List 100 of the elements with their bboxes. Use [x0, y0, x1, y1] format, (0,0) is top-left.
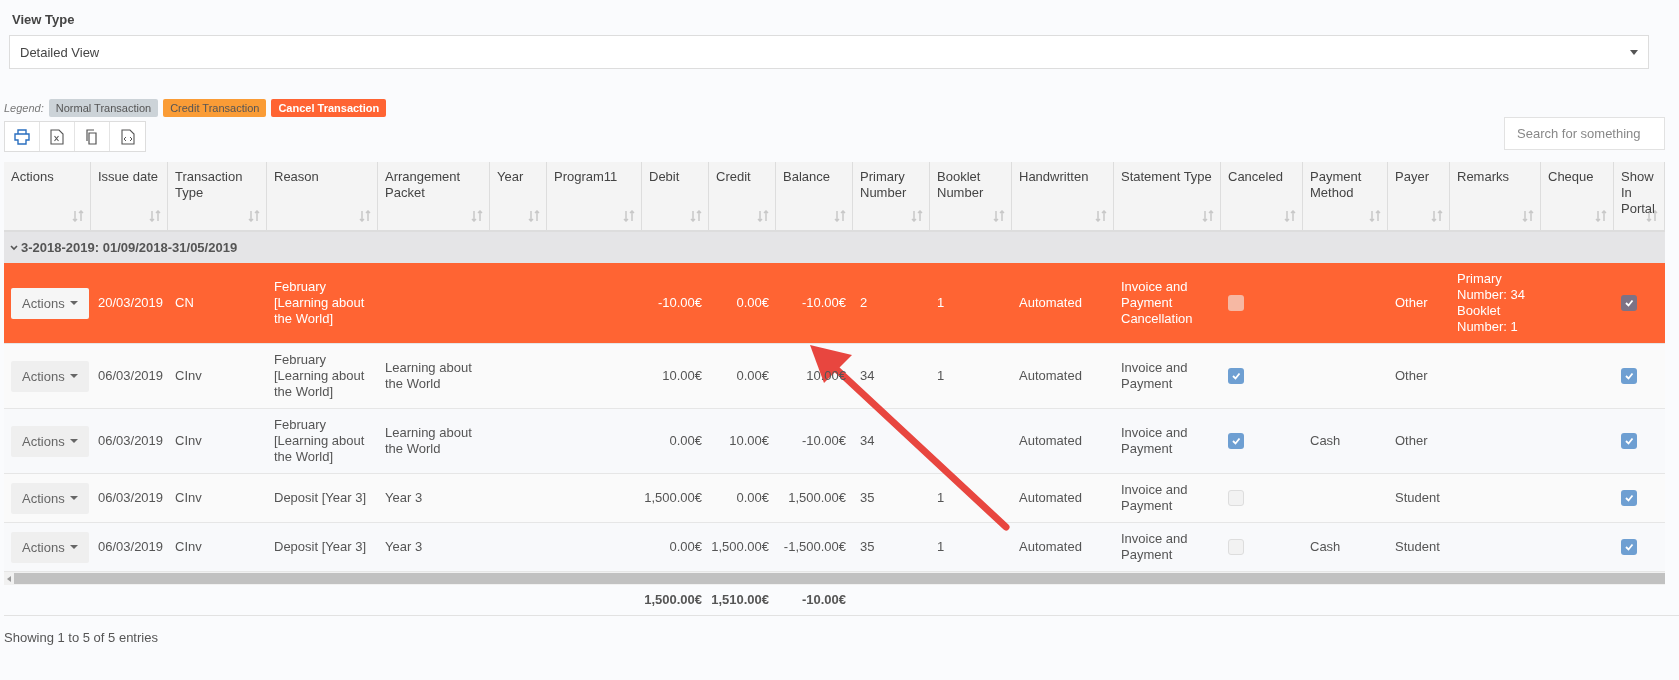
- table-cell: CInv: [175, 433, 202, 449]
- checkmark-icon: [1624, 298, 1634, 308]
- table-cell: 0.00€: [736, 490, 769, 506]
- entries-info: Showing 1 to 5 of 5 entries: [4, 630, 159, 645]
- view-type-select[interactable]: Detailed View: [9, 35, 1649, 69]
- table-cell: CN: [175, 295, 194, 311]
- caret-icon: [69, 496, 78, 500]
- column-header[interactable]: Arrangement Packet: [378, 162, 490, 232]
- column-header[interactable]: Cheque: [1541, 162, 1614, 232]
- caret-icon: [69, 545, 78, 549]
- column-header[interactable]: Actions: [4, 162, 91, 232]
- copy-icon: [84, 128, 100, 145]
- column-header[interactable]: Canceled: [1221, 162, 1303, 232]
- checkbox[interactable]: [1228, 368, 1244, 384]
- actions-button[interactable]: Actions: [11, 531, 89, 563]
- checkmark-icon: [1231, 371, 1241, 381]
- table-cell: 1: [937, 368, 945, 384]
- table-cell-text: Primary Number: 34 Booklet Number: 1: [1457, 271, 1526, 335]
- checkmark-icon: [1624, 493, 1634, 503]
- checkbox[interactable]: [1228, 539, 1244, 555]
- table-cell-text: Invoice and Payment: [1121, 482, 1189, 514]
- horizontal-scrollbar[interactable]: [4, 572, 1665, 585]
- group-row[interactable]: 3-2018-2019: 01/09/2018-31/05/2019: [4, 232, 1665, 263]
- column-header[interactable]: Statement Type: [1114, 162, 1221, 232]
- spreadsheet-file-icon: [49, 128, 65, 145]
- column-header[interactable]: Handwritten: [1012, 162, 1114, 232]
- search-field[interactable]: Search for something: [1504, 117, 1665, 150]
- total-value: 1,500.00€: [644, 592, 702, 608]
- table-cell: -10.00€: [657, 295, 702, 311]
- table-cell: Automated: [1019, 539, 1082, 555]
- table-cell-text: Learning about the World: [385, 360, 473, 392]
- column-header[interactable]: Payment Method: [1303, 162, 1388, 232]
- scroll-left-icon[interactable]: [6, 574, 12, 583]
- actions-button[interactable]: Actions: [11, 482, 89, 514]
- checkbox[interactable]: [1621, 295, 1637, 311]
- checkmark-icon: [1624, 371, 1634, 381]
- table-cell: Automated: [1019, 368, 1082, 384]
- column-header[interactable]: Remarks: [1450, 162, 1541, 232]
- checkbox[interactable]: [1228, 295, 1244, 311]
- table-cell: CInv: [175, 368, 202, 384]
- table-cell: 1,500.00€: [644, 490, 702, 506]
- table-cell: 06/03/2019: [98, 368, 164, 384]
- column-header[interactable]: Program11: [547, 162, 642, 232]
- checkbox[interactable]: [1621, 490, 1637, 506]
- table-cell: -1,500.00€: [783, 539, 846, 555]
- table-cell-text: Invoice and Payment Cancellation: [1121, 279, 1194, 327]
- checkbox[interactable]: [1621, 539, 1637, 555]
- scrollbar-thumb[interactable]: [14, 573, 1665, 584]
- table-cell: Deposit [Year 3]: [274, 539, 367, 555]
- table-cell: CInv: [175, 539, 202, 555]
- table-cell: Deposit [Year 3]: [274, 490, 367, 506]
- total-value: -10.00€: [801, 592, 846, 608]
- table-cell: 20/03/2019: [98, 295, 164, 311]
- checkbox[interactable]: [1621, 433, 1637, 449]
- checkmark-icon: [1624, 542, 1634, 552]
- column-header[interactable]: Payer: [1388, 162, 1450, 232]
- column-header[interactable]: Balance: [776, 162, 853, 232]
- table-cell: Student: [1395, 490, 1440, 506]
- legend-label: Legend:: [4, 102, 44, 114]
- column-header[interactable]: Booklet Number: [930, 162, 1012, 232]
- total-value: 1,510.00€: [711, 592, 769, 608]
- checkbox[interactable]: [1228, 490, 1244, 506]
- table-cell: -10.00€: [801, 433, 846, 449]
- table-cell: 0.00€: [669, 539, 702, 555]
- table-cell: Automated: [1019, 433, 1082, 449]
- column-header[interactable]: Debit: [642, 162, 709, 232]
- caret-icon: [69, 374, 78, 378]
- table-cell: Other: [1395, 368, 1428, 384]
- checkmark-icon: [1231, 436, 1241, 446]
- table-cell: Cash: [1310, 539, 1341, 555]
- column-header[interactable]: Show In Portal: [1614, 162, 1665, 232]
- column-header[interactable]: Credit: [709, 162, 776, 232]
- column-header[interactable]: Year: [490, 162, 547, 232]
- table-cell-text: Invoice and Payment: [1121, 360, 1189, 392]
- table-cell-text: Invoice and Payment: [1121, 531, 1189, 563]
- column-header[interactable]: Reason: [267, 162, 378, 232]
- legend-tag: Credit Transaction: [163, 99, 267, 117]
- table-cell: 06/03/2019: [98, 433, 164, 449]
- table-cell: 1: [937, 490, 945, 506]
- caret-icon: [69, 301, 78, 305]
- table-cell: Year 3: [385, 490, 423, 506]
- printer-icon: [14, 128, 30, 145]
- column-header[interactable]: Issue date: [91, 162, 168, 232]
- actions-button[interactable]: Actions: [11, 425, 89, 457]
- table-cell: 34: [860, 368, 875, 384]
- column-header[interactable]: Primary Number: [853, 162, 930, 232]
- caret-icon: [1630, 49, 1638, 55]
- checkbox[interactable]: [1228, 433, 1244, 449]
- table-cell: Other: [1395, 433, 1428, 449]
- actions-button[interactable]: Actions: [11, 287, 89, 319]
- table-cell: 06/03/2019: [98, 490, 164, 506]
- actions-button[interactable]: Actions: [11, 360, 89, 392]
- checkbox[interactable]: [1621, 368, 1637, 384]
- table-cell: 10.00€: [662, 368, 702, 384]
- table-cell: 1: [937, 539, 945, 555]
- column-header[interactable]: Transaction Type: [168, 162, 267, 232]
- table-cell: Year 3: [385, 539, 423, 555]
- table-cell: 1: [937, 295, 945, 311]
- table-cell: Other: [1395, 295, 1428, 311]
- legend-tag: Cancel Transaction: [271, 99, 387, 117]
